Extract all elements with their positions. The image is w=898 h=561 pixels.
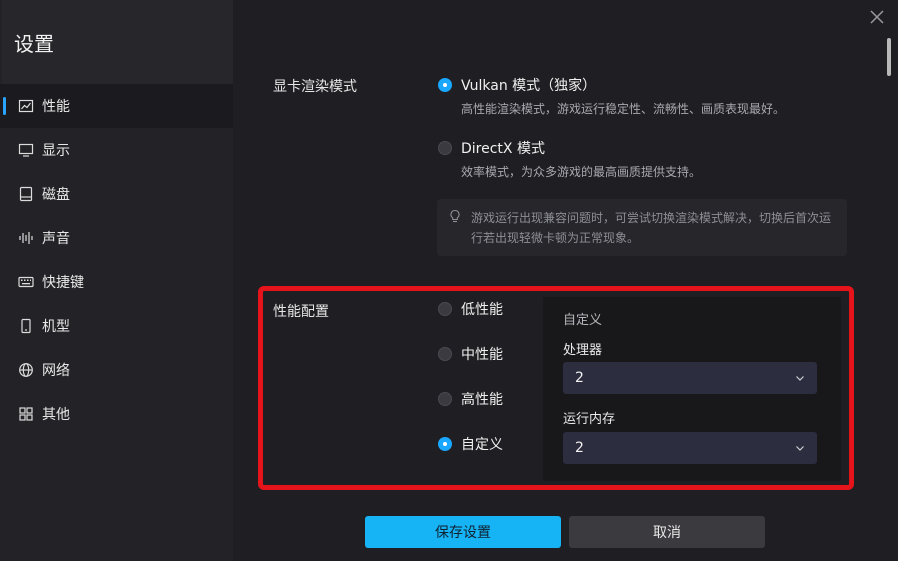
sidebar-item-disk[interactable]: 磁盘 (0, 172, 233, 216)
radio-vulkan[interactable]: Vulkan 模式（独家） (438, 75, 596, 95)
close-button[interactable] (868, 8, 886, 26)
radio-label: Vulkan 模式（独家） (461, 78, 597, 94)
sound-wave-icon (18, 230, 34, 246)
sidebar-item-label: 机型 (42, 319, 70, 335)
close-icon (870, 10, 884, 24)
sidebar-item-display[interactable]: 显示 (0, 128, 233, 172)
sidebar-item-sound[interactable]: 声音 (0, 216, 233, 260)
radio-button[interactable] (438, 141, 452, 155)
sidebar-item-label: 显示 (42, 143, 70, 159)
highlight-frame (258, 286, 854, 490)
sidebar-item-label: 磁盘 (42, 187, 70, 203)
cancel-button[interactable]: 取消 (569, 516, 765, 548)
render-mode-label: 显卡渲染模式 (273, 79, 357, 95)
sidebar-item-label: 网络 (42, 363, 70, 379)
monitor-icon (18, 142, 34, 158)
save-settings-button[interactable]: 保存设置 (365, 516, 561, 548)
scrollbar-thumb[interactable] (887, 38, 891, 76)
sidebar-item-label: 快捷键 (42, 275, 84, 291)
phone-icon (18, 318, 34, 334)
sidebar-item-network[interactable]: 网络 (0, 348, 233, 392)
keyboard-icon (18, 274, 34, 290)
sidebar-item-hotkeys[interactable]: 快捷键 (0, 260, 233, 304)
vulkan-description: 高性能渲染模式，游戏运行稳定性、流畅性、画质表现最好。 (461, 102, 786, 116)
sidebar-title: 设置 (2, 0, 233, 84)
tip-text-line-1: 游戏运行出现兼容问题时，可尝试切换渲染模式解决，切换后首次运 (471, 211, 832, 225)
chart-icon (18, 98, 34, 114)
radio-directx[interactable]: DirectX 模式 (438, 138, 545, 158)
radio-label: DirectX 模式 (461, 141, 545, 157)
globe-icon (18, 362, 34, 378)
tip-text-line-2: 行若出现轻微卡顿为正常现象。 (471, 231, 640, 245)
radio-button-checked[interactable] (438, 78, 452, 92)
lightbulb-icon (448, 209, 462, 223)
sidebar-item-other[interactable]: 其他 (0, 392, 233, 436)
sidebar-item-label: 其他 (42, 407, 70, 423)
sidebar-item-performance[interactable]: 性能 (0, 84, 233, 128)
grid-icon (18, 406, 34, 422)
disk-icon (18, 186, 34, 202)
directx-description: 效率模式，为众多游戏的最高画质提供支持。 (461, 165, 702, 179)
sidebar: 设置 性能 显示 磁盘 声音 快捷键 机型 网络 其他 (0, 0, 233, 561)
sidebar-item-label: 性能 (42, 99, 70, 115)
sidebar-item-label: 声音 (42, 231, 70, 247)
sidebar-item-device-model[interactable]: 机型 (0, 304, 233, 348)
sidebar-nav: 性能 显示 磁盘 声音 快捷键 机型 网络 其他 (0, 84, 233, 436)
compatibility-tip: 游戏运行出现兼容问题时，可尝试切换渲染模式解决，切换后首次运 行若出现轻微卡顿为… (437, 199, 847, 256)
